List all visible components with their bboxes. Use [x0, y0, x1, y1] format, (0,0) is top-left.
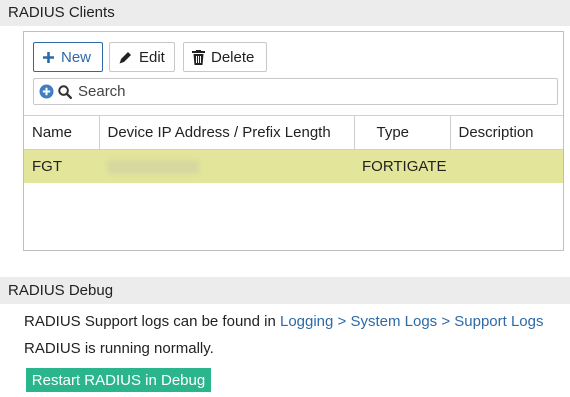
- plus-icon: [42, 51, 55, 64]
- edit-button[interactable]: Edit: [109, 42, 175, 72]
- support-logs-text: RADIUS Support logs can be found in Logg…: [24, 313, 544, 330]
- table-row[interactable]: FGT FORTIGATE: [24, 149, 563, 183]
- pencil-icon: [118, 50, 133, 65]
- new-button[interactable]: New: [33, 42, 103, 72]
- column-header-type[interactable]: Type: [354, 115, 451, 150]
- restart-radius-debug-button[interactable]: Restart RADIUS in Debug: [26, 368, 211, 392]
- support-logs-link[interactable]: Logging > System Logs > Support Logs: [280, 313, 544, 330]
- radius-clients-header: RADIUS Clients: [0, 0, 570, 26]
- table-header-row: Name Device IP Address / Prefix Length T…: [24, 115, 563, 150]
- delete-button-label: Delete: [211, 48, 255, 66]
- search-input[interactable]: [78, 83, 528, 100]
- edit-button-label: Edit: [139, 48, 165, 66]
- cell-device-ip: [99, 149, 354, 183]
- radius-debug-title: RADIUS Debug: [8, 282, 114, 299]
- radius-clients-panel: New Edit Delete Name Device IP Address /…: [23, 31, 564, 251]
- delete-button[interactable]: Delete: [183, 42, 267, 72]
- radius-debug-header: RADIUS Debug: [0, 277, 570, 304]
- cell-description: [450, 149, 563, 183]
- column-header-description[interactable]: Description: [450, 115, 563, 150]
- radius-status-text: RADIUS is running normally.: [24, 340, 214, 357]
- search-icon: [58, 84, 72, 99]
- column-header-name[interactable]: Name: [24, 115, 100, 150]
- column-header-device-ip[interactable]: Device IP Address / Prefix Length: [99, 115, 355, 150]
- radius-clients-title: RADIUS Clients: [8, 4, 115, 21]
- cell-name: FGT: [24, 149, 99, 183]
- add-filter-icon[interactable]: [39, 84, 54, 99]
- new-button-label: New: [61, 48, 92, 66]
- redacted-ip: [107, 160, 199, 175]
- support-logs-prefix: RADIUS Support logs can be found in: [24, 313, 280, 330]
- radius-clients-table: Name Device IP Address / Prefix Length T…: [24, 115, 563, 183]
- trash-icon: [192, 49, 205, 65]
- search-box[interactable]: [33, 78, 558, 105]
- cell-type: FORTIGATE: [354, 149, 450, 183]
